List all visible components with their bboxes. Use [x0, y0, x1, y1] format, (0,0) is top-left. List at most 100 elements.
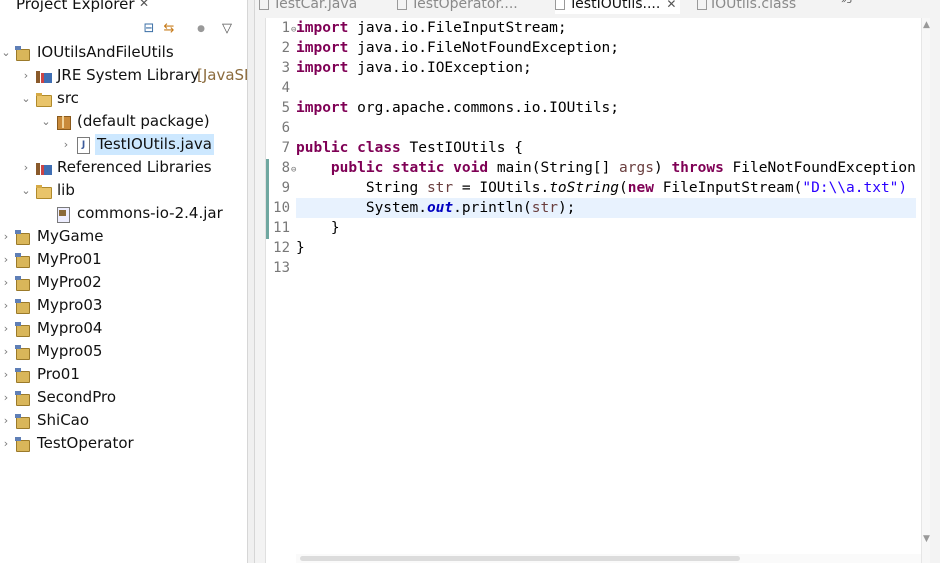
- tree-item[interactable]: ⌄ src: [0, 87, 247, 110]
- tree-item[interactable]: › MyPro02: [0, 271, 247, 294]
- code-token: TestIOUtils {: [400, 140, 524, 156]
- code-line[interactable]: [296, 78, 916, 98]
- class-file-icon: [697, 0, 707, 10]
- chevron-right-icon[interactable]: ›: [0, 225, 12, 248]
- line-number: 4: [266, 78, 290, 98]
- horizontal-scrollbar[interactable]: [296, 554, 921, 563]
- tree-item[interactable]: ⌄ (default package): [0, 110, 247, 133]
- tab-label: IOUtils.class: [711, 0, 797, 12]
- code-token: str: [531, 200, 558, 216]
- tree-item[interactable]: › TestOperator: [0, 432, 247, 455]
- tree-item[interactable]: ⌄ lib: [0, 179, 247, 202]
- tree-item[interactable]: › MyPro01: [0, 248, 247, 271]
- tree-item-label: MyPro01: [37, 250, 102, 268]
- tab-ioutils-class[interactable]: IOUtils.class: [697, 0, 796, 14]
- tree-item[interactable]: › Referenced Libraries: [0, 156, 247, 179]
- code-token: }: [296, 240, 305, 256]
- code-line[interactable]: import org.apache.commons.io.IOUtils;: [296, 98, 916, 118]
- code-token: java.io.IOException;: [348, 60, 532, 76]
- chevron-down-icon[interactable]: ⌄: [20, 87, 32, 110]
- chevron-right-icon[interactable]: ›: [0, 432, 12, 455]
- code-line[interactable]: import java.io.FileInputStream;: [296, 18, 916, 38]
- link-with-editor-icon[interactable]: ⇆: [160, 20, 178, 38]
- tree-item[interactable]: › Mypro05: [0, 340, 247, 363]
- code-line[interactable]: import java.io.IOException;: [296, 58, 916, 78]
- chevron-right-icon[interactable]: ›: [0, 271, 12, 294]
- tree-item-label: ShiCao: [37, 411, 90, 429]
- line-number: 2: [266, 38, 290, 58]
- chevron-right-icon[interactable]: ›: [0, 317, 12, 340]
- tab-label: TestCar.java: [273, 0, 358, 12]
- close-icon[interactable]: ✕: [139, 0, 149, 10]
- view-menu-icon[interactable]: ▽: [218, 20, 236, 38]
- chevron-down-icon[interactable]: ⌄: [40, 110, 52, 133]
- code-token: out: [426, 200, 454, 216]
- tab-testioutils[interactable]: TestIOUtils.... ✕: [555, 0, 681, 14]
- chevron-down-icon[interactable]: ⌄: [0, 41, 12, 64]
- chevron-right-icon[interactable]: ›: [0, 386, 12, 409]
- line-number: 1 ⊖: [266, 18, 297, 38]
- code-line[interactable]: [296, 258, 916, 278]
- line-number-text: 11: [273, 220, 290, 236]
- tree-item[interactable]: › Mypro03: [0, 294, 247, 317]
- tree-item[interactable]: › JRE System Library[JavaSE: [0, 64, 247, 87]
- code-line[interactable]: [296, 118, 916, 138]
- code-line[interactable]: }: [296, 238, 916, 258]
- collapse-all-icon[interactable]: ⊟: [140, 20, 158, 38]
- tree-item[interactable]: ⌄ IOUtilsAndFileUtils: [0, 41, 247, 64]
- tree-item[interactable]: commons-io-2.4.jar: [0, 202, 247, 225]
- code-line[interactable]: System.out.println(str);: [296, 198, 916, 218]
- project-explorer-toolbar: ⊟ ⇆ ● ▽: [140, 20, 245, 40]
- tree-item[interactable]: › TestIOUtils.java: [0, 133, 247, 156]
- code-token: args: [619, 160, 654, 176]
- chevron-right-icon[interactable]: ›: [0, 294, 12, 317]
- tab-testoperator[interactable]: TestOperator....: [397, 0, 518, 14]
- java-file-icon: [555, 0, 565, 10]
- chevron-right-icon[interactable]: ›: [60, 133, 72, 156]
- tab-testcar[interactable]: TestCar.java: [259, 0, 357, 14]
- code-line[interactable]: public static void main(String[] args) t…: [296, 158, 916, 178]
- horizontal-scroll-thumb[interactable]: [300, 556, 740, 561]
- tree-item[interactable]: › ShiCao: [0, 409, 247, 432]
- tree-item[interactable]: › Pro01: [0, 363, 247, 386]
- code-line[interactable]: String str = IOUtils.toString(new FileIn…: [296, 178, 916, 198]
- code-text[interactable]: import java.io.FileInputStream; import ja…: [296, 18, 916, 278]
- close-icon[interactable]: ✕: [666, 0, 676, 11]
- tree-item-label: SecondPro: [37, 388, 116, 406]
- line-number-text: 5: [281, 100, 290, 116]
- tree-item-label: Mypro04: [37, 319, 103, 337]
- code-token: import: [296, 40, 349, 56]
- code-token: import: [296, 20, 349, 36]
- vertical-scrollbar[interactable]: ▲ ▼: [921, 18, 930, 563]
- code-token: void: [453, 160, 489, 176]
- chevron-right-icon[interactable]: ›: [20, 64, 32, 87]
- focus-icon[interactable]: ●: [192, 20, 210, 38]
- chevron-right-icon[interactable]: ›: [0, 340, 12, 363]
- panel-splitter[interactable]: [247, 0, 255, 563]
- line-number: 8 ⊖: [266, 158, 297, 178]
- scroll-up-icon[interactable]: ▲: [922, 20, 931, 30]
- tree-item-label: Pro01: [37, 365, 80, 383]
- source-folder-icon: [35, 91, 52, 107]
- project-icon: [15, 436, 31, 452]
- chevron-right-icon[interactable]: ›: [0, 363, 12, 386]
- tree-item[interactable]: › SecondPro: [0, 386, 247, 409]
- tab-overflow-indicator[interactable]: »5: [841, 0, 852, 6]
- chevron-right-icon[interactable]: ›: [0, 409, 12, 432]
- code-editor[interactable]: 1 ⊖ 2 3 4 5 6 7 8 ⊖ 9 10 11 12 13 import java.io.FileI…: [265, 18, 930, 563]
- code-token: System.: [296, 200, 427, 216]
- chevron-right-icon[interactable]: ›: [0, 248, 12, 271]
- line-number: 3: [266, 58, 290, 78]
- tree-item[interactable]: › MyGame: [0, 225, 247, 248]
- code-line[interactable]: }: [296, 218, 916, 238]
- chevron-right-icon[interactable]: ›: [20, 156, 32, 179]
- code-line[interactable]: import java.io.FileNotFoundException;: [296, 38, 916, 58]
- tree-item[interactable]: › Mypro04: [0, 317, 247, 340]
- code-token: throws: [671, 160, 724, 176]
- tree-item-label: src: [57, 89, 79, 107]
- chevron-down-icon[interactable]: ⌄: [20, 179, 32, 202]
- scroll-down-icon[interactable]: ▼: [922, 534, 931, 544]
- code-line[interactable]: public class TestIOUtils {: [296, 138, 916, 158]
- project-icon: [15, 390, 31, 406]
